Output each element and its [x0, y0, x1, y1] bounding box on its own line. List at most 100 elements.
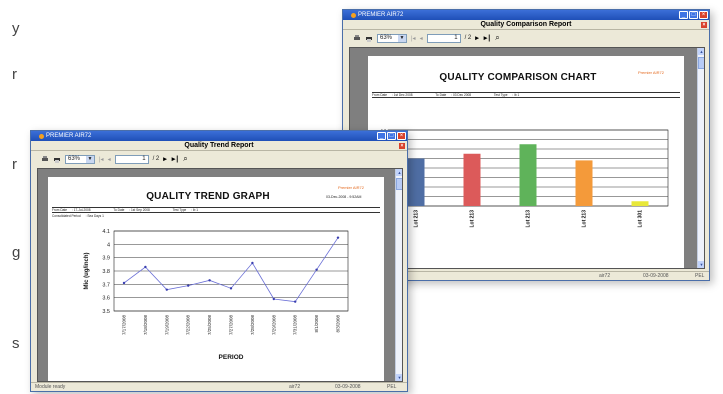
status-message: Module ready — [35, 384, 66, 390]
data-point — [144, 265, 147, 269]
x-tick-label: 7/18/2008 — [143, 315, 148, 336]
report-title-bar: Quality Comparison Report × — [343, 20, 709, 30]
x-tick-label: 8/3/2008 — [336, 315, 341, 333]
y-tick-label: 3.6 — [102, 296, 110, 302]
meta-label: To Date — [435, 93, 447, 97]
status-user: air72 — [289, 384, 301, 390]
report-title: Quality Trend Report — [184, 142, 254, 149]
print-icon[interactable] — [41, 155, 49, 163]
vertical-scrollbar[interactable]: ▲ ▼ — [697, 48, 704, 268]
report-title: Quality Comparison Report — [480, 21, 572, 28]
vertical-scrollbar[interactable]: ▲ ▼ — [395, 169, 402, 381]
page-number-input[interactable]: 1 — [114, 154, 149, 164]
meta-value: : 17-Jul-2008 — [71, 208, 91, 212]
page-total: / 2 — [464, 35, 472, 41]
x-tick-label: 7/31/2008 — [293, 315, 298, 336]
report-meta-row: From Date : 1st Dec 2008 To Date : 03 De… — [372, 92, 680, 98]
bar — [631, 201, 649, 206]
meta-label: To Date — [113, 208, 125, 212]
scroll-up-icon[interactable]: ▲ — [698, 48, 704, 55]
maximize-button[interactable]: □ — [387, 132, 396, 140]
next-page-icon[interactable]: ▸ — [475, 34, 480, 42]
y-axis-label: Mic (ug/inch) — [84, 253, 90, 290]
report-page: QUALITY TREND GRAPH Premier AIR72 03-Dec… — [48, 177, 384, 381]
report-close-icon[interactable]: × — [701, 22, 707, 28]
data-point — [122, 281, 126, 285]
x-tick-label: 7/22/2008 — [186, 315, 191, 336]
y-tick-label: 3.7 — [102, 282, 110, 288]
meta-value: : 1st Dec 2008 — [391, 93, 413, 97]
x-tick-label: 7/28/2008 — [250, 315, 255, 336]
find-binoculars-icon[interactable]: ⌕ — [495, 33, 499, 43]
app-icon — [39, 133, 44, 139]
meta-value: : lb 1 — [512, 93, 520, 97]
x-tick-label: 8/1/2008 — [314, 315, 319, 333]
minimize-button[interactable]: _ — [679, 11, 688, 19]
zoom-select[interactable]: 63% ▼ — [65, 154, 95, 164]
y-tick-label: 4.1 — [102, 229, 110, 235]
trend-series-line — [123, 237, 339, 303]
find-binoculars-icon[interactable]: ⌕ — [183, 154, 187, 164]
data-point — [208, 279, 211, 282]
prev-page-icon[interactable]: ◂ — [108, 156, 111, 163]
report-page: QUALITY COMPARISON CHART Premier AIR72 F… — [368, 56, 684, 268]
background-letter: r — [12, 66, 17, 83]
next-page-icon[interactable]: ▸ — [163, 155, 168, 163]
meta-label: Test Type — [172, 208, 187, 212]
chart-title: QUALITY TREND GRAPH — [146, 191, 270, 202]
print-icon[interactable] — [353, 34, 361, 42]
window-titlebar[interactable]: PREMIER AIR72 _ □ × — [343, 10, 709, 20]
meta-value: : lb 1 — [191, 208, 199, 212]
zoom-select[interactable]: 63% ▼ — [377, 33, 407, 43]
close-button[interactable]: × — [397, 132, 406, 140]
y-tick-label: 3.5 — [102, 309, 110, 315]
scroll-down-icon[interactable]: ▼ — [698, 261, 704, 268]
report-toolbar: 63% ▼ |◂ ◂ 1 / 2 ▸ ▸| ⌕ — [31, 152, 407, 166]
chevron-down-icon: ▼ — [86, 155, 94, 163]
first-page-icon[interactable]: |◂ — [99, 156, 104, 163]
data-point — [165, 288, 168, 291]
status-bar: Module ready air72 03-09-2008 PEL — [31, 382, 407, 391]
scroll-up-icon[interactable]: ▲ — [396, 169, 402, 176]
prev-page-icon[interactable]: ◂ — [420, 35, 423, 42]
close-button[interactable]: × — [699, 11, 708, 19]
trend-line-chart: 4.1 4 3.9 3.8 3.7 3.6 3.5 Mic (ug/inch) 7/17/200… — [84, 229, 349, 361]
minimize-button[interactable]: _ — [377, 132, 386, 140]
printed-timestamp: 03-Dec-2008 - 9:52AM — [326, 195, 362, 199]
scroll-down-icon[interactable]: ▼ — [396, 374, 402, 381]
brand-label: Premier AIR72 — [638, 70, 665, 75]
page-number-input[interactable]: 1 — [426, 33, 461, 43]
last-page-icon[interactable]: ▸| — [484, 34, 491, 42]
window-titlebar[interactable]: PREMIER AIR72 _ □ × — [31, 131, 407, 141]
background-letter: g — [12, 244, 21, 261]
last-page-icon[interactable]: ▸| — [172, 155, 179, 163]
report-meta-row-2: Consolidated Period : Sea Days 1 — [52, 214, 380, 220]
status-date: 03-09-2008 — [643, 273, 669, 279]
print-setup-icon[interactable] — [365, 34, 373, 42]
report-close-icon[interactable]: × — [399, 143, 405, 149]
scroll-thumb[interactable] — [698, 57, 704, 69]
data-point — [251, 261, 254, 265]
data-point — [272, 297, 275, 301]
meta-label: Consolidated Period — [52, 214, 81, 218]
x-tick-label: 7/19/2008 — [164, 315, 169, 336]
first-page-icon[interactable]: |◂ — [411, 35, 416, 42]
meta-label: From Date — [52, 208, 68, 212]
x-tick-label: 7/27/2008 — [229, 315, 234, 336]
chevron-down-icon: ▼ — [398, 34, 406, 42]
maximize-button[interactable]: □ — [689, 11, 698, 19]
background-letter: r — [12, 156, 17, 173]
meta-value: : 03 Dec 2008 — [451, 93, 472, 97]
print-setup-icon[interactable] — [53, 155, 61, 163]
x-tick-label: Lot 213 — [526, 210, 532, 228]
status-company: PEL — [387, 384, 397, 390]
data-point — [336, 236, 340, 239]
background-letter: y — [12, 20, 20, 37]
background-letter: s — [12, 335, 20, 352]
y-tick-label: 3.8 — [102, 269, 110, 275]
x-tick-label: Lot 301 — [638, 210, 644, 228]
scroll-thumb[interactable] — [396, 178, 402, 190]
x-tick-label: 7/17/2008 — [122, 315, 127, 336]
zoom-value: 63% — [380, 34, 393, 41]
x-tick-label: 7/29/2008 — [271, 315, 276, 336]
